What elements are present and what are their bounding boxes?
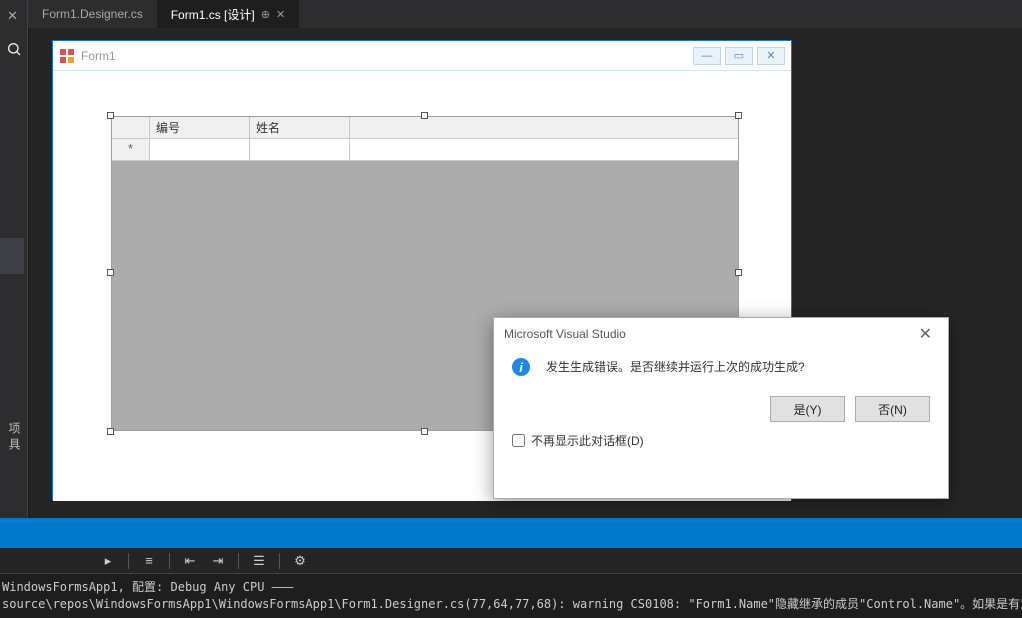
resize-handle[interactable] xyxy=(421,428,428,435)
output-panel[interactable]: WindowsFormsApp1, 配置: Debug Any CPU ——— … xyxy=(0,575,1022,618)
dialog-titlebar: Microsoft Visual Studio ✕ xyxy=(494,318,948,350)
sidebar-active-marker xyxy=(0,238,24,274)
grid-cell[interactable] xyxy=(250,139,350,160)
tab-form-design[interactable]: Form1.cs [设计] ⊕ ✕ xyxy=(157,0,299,28)
minimize-button[interactable]: — xyxy=(693,47,721,65)
indent-right-icon[interactable]: ⇥ xyxy=(210,553,226,569)
errorlist-toolbar: ▸ ≡ ⇤ ⇥ ☰ ⚙ xyxy=(0,548,1022,574)
grid-cell[interactable] xyxy=(150,139,250,160)
dialog-close-icon[interactable]: ✕ xyxy=(913,324,938,344)
dont-show-checkbox[interactable] xyxy=(512,434,525,447)
tab-label: Form1.Designer.cs xyxy=(42,7,143,21)
resize-handle[interactable] xyxy=(107,428,114,435)
tab-close-icon[interactable]: ✕ xyxy=(276,8,285,21)
bullet-list-icon[interactable]: ☰ xyxy=(251,553,267,569)
status-bar xyxy=(0,518,1022,548)
maximize-button[interactable]: ▭ xyxy=(725,47,753,65)
toolbox-icon[interactable] xyxy=(3,38,25,60)
output-line: WindowsFormsApp1, 配置: Debug Any CPU ——— xyxy=(2,579,1020,596)
grid-row-header: * xyxy=(112,139,150,160)
resize-handle[interactable] xyxy=(107,112,114,119)
close-icon[interactable]: ✕ xyxy=(7,8,18,24)
settings-icon[interactable]: ⚙ xyxy=(292,553,308,569)
no-button[interactable]: 否(N) xyxy=(855,396,930,422)
expand-icon[interactable]: ▸ xyxy=(100,553,116,569)
grid-col-name[interactable]: 姓名 xyxy=(250,117,350,138)
list-icon[interactable]: ≡ xyxy=(141,553,157,569)
info-icon: i xyxy=(512,358,530,376)
form-title: Form1 xyxy=(81,49,687,63)
resize-handle[interactable] xyxy=(107,269,114,276)
build-error-dialog: Microsoft Visual Studio ✕ i 发生生成错误。是否继续并… xyxy=(493,317,949,499)
grid-new-row[interactable]: * xyxy=(112,139,738,161)
grid-corner[interactable] xyxy=(112,117,150,138)
tab-label: Form1.cs [设计] xyxy=(171,6,255,23)
grid-header-row: 编号 姓名 xyxy=(112,117,738,139)
dialog-message: 发生生成错误。是否继续并运行上次的成功生成? xyxy=(546,358,805,376)
form-app-icon xyxy=(59,48,75,64)
output-line: source\repos\WindowsFormsApp1\WindowsFor… xyxy=(2,596,1020,613)
sidebar-label: 项具 xyxy=(6,422,23,454)
left-toolbar: ✕ 项具 xyxy=(0,0,28,518)
dont-show-label: 不再显示此对话框(D) xyxy=(531,432,644,449)
indent-left-icon[interactable]: ⇤ xyxy=(182,553,198,569)
resize-handle[interactable] xyxy=(735,112,742,119)
dialog-title-text: Microsoft Visual Studio xyxy=(504,327,626,341)
editor-tabs: Form1.Designer.cs Form1.cs [设计] ⊕ ✕ xyxy=(28,0,1022,28)
grid-col-id[interactable]: 编号 xyxy=(150,117,250,138)
resize-handle[interactable] xyxy=(735,269,742,276)
tab-designer-cs[interactable]: Form1.Designer.cs xyxy=(28,0,157,28)
form-titlebar: Form1 — ▭ ✕ xyxy=(53,41,791,71)
resize-handle[interactable] xyxy=(421,112,428,119)
pin-icon[interactable]: ⊕ xyxy=(261,8,270,21)
yes-button[interactable]: 是(Y) xyxy=(770,396,845,422)
close-button[interactable]: ✕ xyxy=(757,47,785,65)
